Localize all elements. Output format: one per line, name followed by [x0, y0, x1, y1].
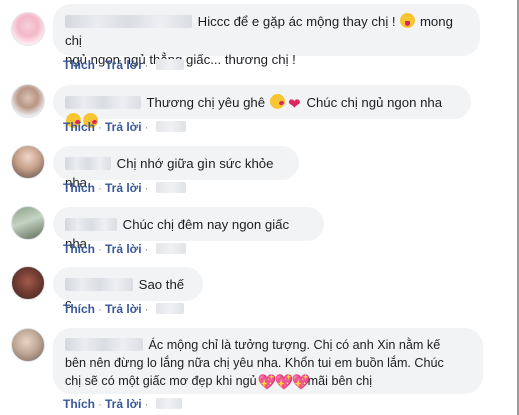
kiss-emoji	[269, 94, 285, 109]
timestamp-blurred[interactable]	[155, 303, 184, 314]
commenter-name-blurred[interactable]	[65, 157, 111, 170]
timestamp-blurred[interactable]	[155, 121, 186, 132]
separator: ·	[98, 242, 102, 256]
reply-link[interactable]: Trả lời	[105, 58, 142, 72]
like-link[interactable]: Thích	[63, 397, 95, 411]
sparkle-heart-emoji: 💖	[291, 374, 311, 391]
separator: ·	[144, 397, 149, 411]
comment-text: Hiccc để e gặp ác mộng thay chị !	[197, 14, 396, 29]
like-link[interactable]: Thích	[63, 181, 95, 195]
separator: ·	[144, 181, 149, 195]
comment-text: chị sẽ có một giấc mơ đẹp khi ngủ	[65, 374, 257, 388]
comment-bubble: Sao thế c	[53, 267, 203, 311]
comment-bubble: Chị nhớ giữa gìn sức khỏe nha.	[53, 146, 299, 190]
comment-bubble: Thương chị yêu ghê ❤ Chúc chị ngủ ngon n…	[53, 85, 471, 128]
timestamp-blurred[interactable]	[155, 398, 182, 409]
separator: ·	[144, 242, 149, 256]
separator: ·	[98, 181, 102, 195]
timestamp-blurred[interactable]	[155, 59, 184, 70]
reply-link[interactable]: Trả lời	[105, 181, 142, 195]
comment-text: Ác mộng chỉ là tưởng tượng. Chị có anh X…	[148, 338, 441, 352]
comment-bubble: Ác mộng chỉ là tưởng tượng. Chị có anh X…	[53, 328, 483, 394]
separator: ·	[144, 120, 149, 134]
timestamp-blurred[interactable]	[155, 182, 186, 193]
sparkle-heart-emoji: 💖	[257, 374, 277, 391]
separator: ·	[98, 397, 102, 411]
like-link[interactable]: Thích	[63, 302, 95, 316]
reply-link[interactable]: Trả lời	[105, 397, 142, 411]
commenter-name-blurred[interactable]	[65, 96, 141, 109]
comment-text: Chúc chị ngủ ngon nha	[306, 95, 443, 110]
reply-link[interactable]: Trả lời	[105, 242, 142, 256]
separator: ·	[98, 120, 102, 134]
like-link[interactable]: Thích	[63, 242, 95, 256]
like-link[interactable]: Thích	[63, 58, 95, 72]
commenter-name-blurred[interactable]	[65, 278, 133, 291]
commenter-name-blurred[interactable]	[65, 338, 143, 351]
avatar-icon[interactable]	[11, 12, 45, 46]
separator: ·	[98, 302, 102, 316]
comment-text: mãi bên chị	[307, 374, 373, 388]
comment-actions: Thích · Trả lời ·	[63, 302, 184, 316]
avatar-icon[interactable]	[11, 206, 45, 240]
comment-text: Thương chị yêu ghê	[146, 95, 266, 110]
comment-actions: Thích · Trả lời ·	[63, 397, 182, 411]
commenter-name-blurred[interactable]	[65, 15, 192, 28]
commenter-name-blurred[interactable]	[65, 218, 117, 231]
reply-link[interactable]: Trả lời	[105, 120, 142, 134]
comment-actions: Thích · Trả lời ·	[63, 120, 186, 134]
separator: ·	[98, 58, 102, 72]
comment-bubble: Chúc chị đêm nay ngon giấc nha	[53, 207, 324, 251]
sparkle-heart-emoji: 💖	[274, 374, 294, 391]
avatar-icon[interactable]	[11, 266, 45, 300]
separator: ·	[144, 58, 149, 72]
timestamp-blurred[interactable]	[155, 243, 186, 254]
like-link[interactable]: Thích	[63, 120, 95, 134]
avatar-icon[interactable]	[11, 84, 45, 118]
comment-bubble: Hiccc để e gặp ác mộng thay chị ! mong c…	[53, 4, 480, 67]
avatar-icon[interactable]	[11, 328, 45, 362]
comment-actions: Thích · Trả lời ·	[63, 181, 186, 195]
comment-actions: Thích · Trả lời ·	[63, 242, 186, 256]
heart-emoji: ❤	[287, 96, 301, 113]
reply-link[interactable]: Trả lời	[105, 302, 142, 316]
comment-actions: Thích · Trả lời ·	[63, 58, 184, 72]
avatar-icon[interactable]	[11, 145, 45, 179]
tongue-emoji	[400, 13, 416, 28]
separator: ·	[144, 302, 149, 316]
comment-text: bên nên đừng lo lắng nữa chị yêu nha. Kh…	[65, 356, 444, 370]
